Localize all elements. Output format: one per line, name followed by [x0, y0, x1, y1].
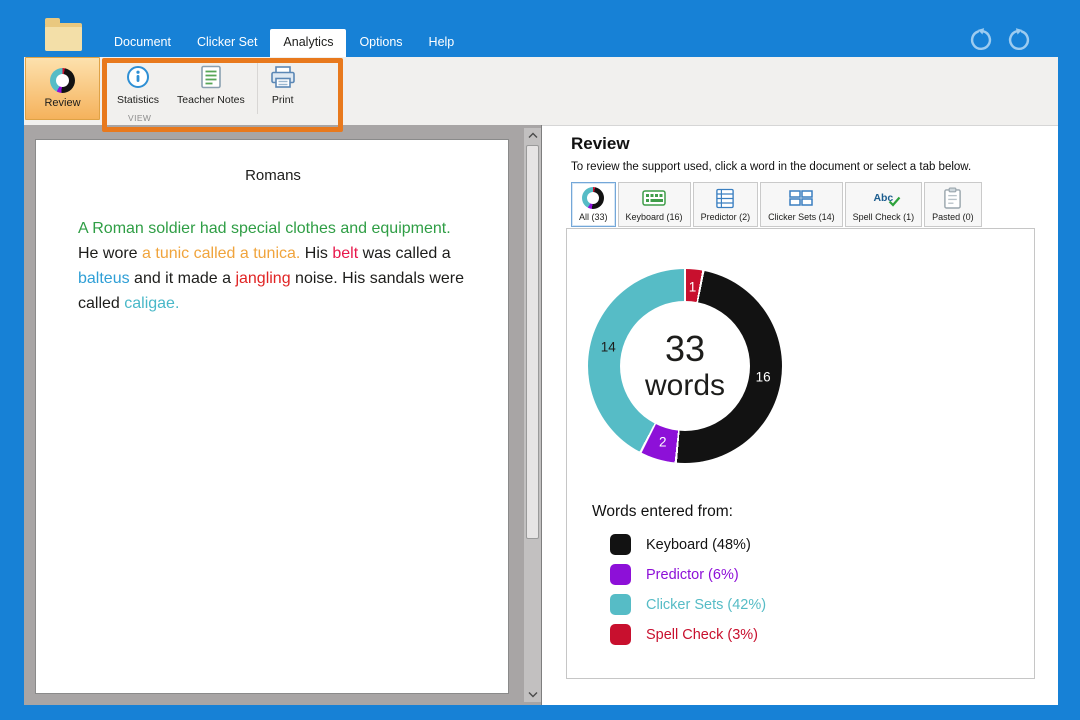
- all-donut-icon: [582, 187, 604, 209]
- document-word-run[interactable]: balteus: [78, 270, 130, 287]
- donut-segment-value: 14: [601, 340, 616, 355]
- tab-label: Predictor (2): [701, 212, 751, 222]
- review-panel-subtitle: To review the support used, click a word…: [571, 161, 971, 173]
- menu-tab-document[interactable]: Document: [101, 29, 184, 57]
- legend-row-keyboard: Keyboard (48%): [610, 534, 766, 555]
- spell-check-icon: Abc: [873, 187, 893, 209]
- menu-tab-clicker-set[interactable]: Clicker Set: [184, 29, 270, 57]
- scroll-down-icon[interactable]: [524, 687, 541, 702]
- clicker-app-window: Document Clicker Set Analytics Options H…: [0, 0, 1080, 720]
- clipboard-icon: [943, 187, 962, 209]
- legend-swatch-keyboard: [610, 534, 631, 555]
- predictor-icon: [716, 187, 734, 209]
- legend-label: Keyboard (48%): [646, 537, 751, 553]
- tab-label: Clicker Sets (14): [768, 212, 835, 222]
- print-button[interactable]: Print: [261, 60, 305, 108]
- document-scrollbar[interactable]: [524, 128, 541, 702]
- scroll-up-icon[interactable]: [524, 128, 541, 143]
- menu-tab-help[interactable]: Help: [416, 29, 468, 57]
- review-tab-pasted[interactable]: Pasted (0): [924, 182, 982, 227]
- legend-row-clicker-sets: Clicker Sets (42%): [610, 594, 766, 615]
- review-button-label: Review: [44, 97, 80, 109]
- donut-chart: 33 words 1 16 2 14: [588, 269, 782, 463]
- analytics-chart-panel: 33 words 1 16 2 14 Words entered from: Keyb…: [566, 228, 1035, 679]
- donut-center: 33 words: [620, 301, 750, 431]
- statistics-button[interactable]: Statistics: [108, 60, 168, 108]
- review-tab-keyboard[interactable]: Keyboard (16): [618, 182, 691, 227]
- folder-icon-front: [45, 27, 82, 51]
- donut-segment-value: 16: [756, 370, 771, 385]
- tab-label: Pasted (0): [932, 212, 974, 222]
- document-word-run[interactable]: His: [300, 245, 332, 262]
- tab-label: Keyboard (16): [626, 212, 683, 222]
- review-panel-title: Review: [571, 134, 630, 154]
- review-tab-clicker-sets[interactable]: Clicker Sets (14): [760, 182, 843, 227]
- menubar: Document Clicker Set Analytics Options H…: [101, 0, 467, 57]
- menu-tab-options[interactable]: Options: [346, 29, 415, 57]
- document-paragraph: A Roman soldier had special clothes and …: [78, 216, 466, 316]
- review-tabs: All (33) Keyboard (16) Predictor (2): [571, 182, 984, 227]
- teacher-notes-button[interactable]: Teacher Notes: [168, 60, 254, 108]
- document-word-run[interactable]: He wore: [78, 245, 142, 262]
- teacher-notes-button-label: Teacher Notes: [177, 94, 245, 106]
- chart-legend: Keyboard (48%) Predictor (6%) Clicker Se…: [610, 534, 766, 645]
- main-content: Romans A Roman soldier had special cloth…: [24, 125, 1058, 705]
- undo-icon[interactable]: [966, 24, 996, 54]
- document-word-run[interactable]: caligae.: [124, 295, 179, 312]
- document-word-run[interactable]: A Roman soldier had special clothes and …: [78, 220, 451, 237]
- legend-swatch-predictor: [610, 564, 631, 585]
- document-word-run[interactable]: and it made a: [130, 270, 236, 287]
- notes-icon: [200, 64, 222, 90]
- legend-label: Spell Check (3%): [646, 627, 758, 643]
- clicker-sets-grid-icon: [789, 187, 813, 209]
- redo-icon[interactable]: [1004, 24, 1034, 54]
- donut-total-value: 33: [665, 329, 705, 369]
- print-button-label: Print: [272, 94, 294, 106]
- review-tab-spell-check[interactable]: Abc Spell Check (1): [845, 182, 923, 227]
- donut-total-label: words: [645, 369, 725, 403]
- legend-swatch-clicker-sets: [610, 594, 631, 615]
- printer-icon: [270, 64, 296, 90]
- legend-row-spell-check: Spell Check (3%): [610, 624, 766, 645]
- legend-swatch-spell-check: [610, 624, 631, 645]
- scrollbar-thumb[interactable]: [526, 145, 539, 539]
- view-ribbon-group: Statistics Teacher Notes Print: [108, 60, 305, 114]
- legend-title: Words entered from:: [592, 503, 733, 521]
- review-button[interactable]: Review: [25, 57, 100, 120]
- document-word-run[interactable]: jangling: [235, 270, 290, 287]
- ribbon-separator: [257, 62, 258, 114]
- review-tab-predictor[interactable]: Predictor (2): [693, 182, 759, 227]
- ribbon-group-label: VIEW: [128, 113, 151, 123]
- document-word-run[interactable]: a tunic called a tunica.: [142, 245, 300, 262]
- document-title: Romans: [78, 167, 468, 184]
- donut-segment-value: 1: [689, 280, 697, 295]
- legend-label: Predictor (6%): [646, 567, 739, 583]
- document-page: Romans A Roman soldier had special cloth…: [36, 140, 508, 693]
- tab-label: Spell Check (1): [853, 212, 915, 222]
- statistics-button-label: Statistics: [117, 94, 159, 106]
- document-word-run[interactable]: belt: [332, 245, 358, 262]
- review-panel: Review To review the support used, click…: [542, 125, 1058, 705]
- legend-row-predictor: Predictor (6%): [610, 564, 766, 585]
- history-controls: [966, 24, 1034, 54]
- review-donut-icon: [50, 68, 75, 93]
- keyboard-icon: [642, 187, 666, 209]
- info-icon: [126, 64, 150, 90]
- legend-label: Clicker Sets (42%): [646, 597, 766, 613]
- scrollbar-track[interactable]: [524, 143, 541, 687]
- review-tab-all[interactable]: All (33): [571, 182, 616, 227]
- open-folder-button[interactable]: [45, 23, 82, 51]
- menu-tab-analytics[interactable]: Analytics: [270, 29, 346, 57]
- analytics-ribbon: Review Statistics Teacher Notes Prin: [24, 57, 1058, 125]
- document-area: Romans A Roman soldier had special cloth…: [24, 125, 542, 705]
- donut-segment-value: 2: [659, 434, 667, 449]
- document-word-run[interactable]: was called a: [358, 245, 451, 262]
- tab-label: All (33): [579, 212, 608, 222]
